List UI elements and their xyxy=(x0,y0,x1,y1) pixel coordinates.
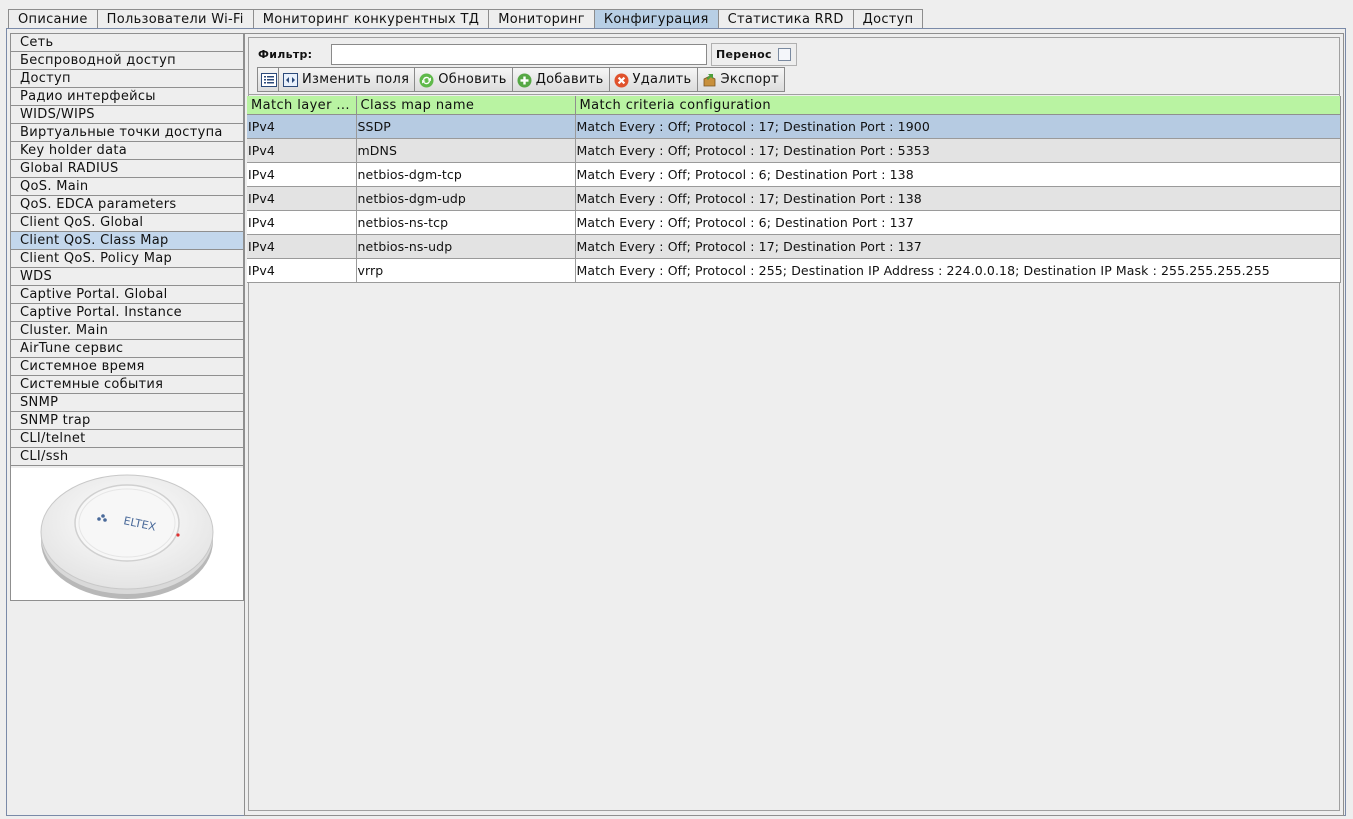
sidebar-item[interactable]: Виртуальные точки доступа xyxy=(11,124,243,142)
sidebar-item[interactable]: CLI/ssh xyxy=(11,448,243,466)
sidebar-item[interactable]: Key holder data xyxy=(11,142,243,160)
table-cell: IPv4 xyxy=(247,186,357,211)
tab-competitor-monitoring[interactable]: Мониторинг конкурентных ТД xyxy=(252,9,490,29)
sidebar-item[interactable]: Сеть xyxy=(11,34,243,52)
table-cell: vrrp xyxy=(356,258,576,283)
table-row[interactable]: IPv4 netbios-ns-tcp Match Every : Off; Pro… xyxy=(247,210,1341,235)
table-cell: netbios-dgm-tcp xyxy=(356,162,576,187)
sidebar: Сеть Беспроводной доступ Доступ Радио интер… xyxy=(10,33,244,601)
table-cell: IPv4 xyxy=(247,138,357,163)
delete-button[interactable]: Удалить xyxy=(608,67,698,92)
list-icon xyxy=(261,72,277,87)
wrap-toggle[interactable]: Перенос xyxy=(711,42,797,66)
sidebar-item[interactable]: SNMP xyxy=(11,394,243,412)
refresh-icon xyxy=(419,73,434,87)
table-row[interactable]: IPv4 netbios-ns-udp Match Every : Off; Pro… xyxy=(247,234,1341,259)
sidebar-item[interactable]: Системные события xyxy=(11,376,243,394)
table-cell: IPv4 xyxy=(247,162,357,187)
table-body: IPv4 SSDP Match Every : Off; Protocol : 17… xyxy=(247,114,1341,283)
sidebar-item[interactable]: QoS. Main xyxy=(11,178,243,196)
delete-label: Удалить xyxy=(632,72,692,87)
column-header-match-criteria[interactable]: Match criteria configuration xyxy=(575,96,1341,115)
sidebar-list: Сеть Беспроводной доступ Доступ Радио интер… xyxy=(11,34,243,466)
tab-wifi-users[interactable]: Пользователи Wi-Fi xyxy=(96,9,254,29)
tab-description[interactable]: Описание xyxy=(8,9,98,29)
table-cell: Match Every : Off; Protocol : 17; Destin… xyxy=(575,234,1341,259)
table-cell: netbios-ns-tcp xyxy=(356,210,576,235)
sidebar-item[interactable]: Global RADIUS xyxy=(11,160,243,178)
table-cell: netbios-dgm-udp xyxy=(356,186,576,211)
refresh-button[interactable]: Обновить xyxy=(414,67,513,92)
filter-row: Фильтр: Перенос xyxy=(258,42,797,66)
delete-icon xyxy=(614,73,629,87)
sidebar-item[interactable]: Client QoS. Class Map xyxy=(11,232,243,250)
table-row[interactable]: IPv4 SSDP Match Every : Off; Protocol : 17… xyxy=(247,114,1341,139)
toolbar: Изменить поля Обновить Добавить Удалить … xyxy=(257,67,785,92)
table-cell: SSDP xyxy=(356,114,576,139)
table-cell: IPv4 xyxy=(247,210,357,235)
table-row[interactable]: IPv4 netbios-dgm-tcp Match Every : Off; Pr… xyxy=(247,162,1341,187)
toolbar-divider xyxy=(248,94,1340,95)
column-header-match-layer[interactable]: Match layer ... xyxy=(247,96,357,115)
class-map-table: Match layer ... Class map name Match cri… xyxy=(247,96,1341,283)
table-cell: Match Every : Off; Protocol : 255; Desti… xyxy=(575,258,1341,283)
sidebar-item[interactable]: Радио интерфейсы xyxy=(11,88,243,106)
filter-input[interactable] xyxy=(331,43,707,65)
sidebar-item[interactable]: Cluster. Main xyxy=(11,322,243,340)
add-icon xyxy=(517,73,532,87)
columns-icon xyxy=(283,72,298,87)
add-button[interactable]: Добавить xyxy=(511,67,610,92)
edit-fields-label: Изменить поля xyxy=(302,72,410,87)
tab-configuration[interactable]: Конфигурация xyxy=(593,9,719,29)
list-view-button[interactable] xyxy=(257,67,279,92)
table-row[interactable]: IPv4 netbios-dgm-udp Match Every : Off; Pr… xyxy=(247,186,1341,211)
sidebar-item[interactable]: Client QoS. Policy Map xyxy=(11,250,243,268)
sidebar-item[interactable]: Системное время xyxy=(11,358,243,376)
tab-monitoring[interactable]: Мониторинг xyxy=(488,9,595,29)
table-cell: mDNS xyxy=(356,138,576,163)
sidebar-item[interactable]: QoS. EDCA parameters xyxy=(11,196,243,214)
table-cell: Match Every : Off; Protocol : 6; Destina… xyxy=(575,162,1341,187)
sidebar-item[interactable]: Беспроводной доступ xyxy=(11,52,243,70)
filter-label: Фильтр: xyxy=(258,47,313,61)
sidebar-item[interactable]: CLI/telnet xyxy=(11,430,243,448)
sidebar-item[interactable]: WDS xyxy=(11,268,243,286)
table-cell: Match Every : Off; Protocol : 17; Destin… xyxy=(575,186,1341,211)
table-header: Match layer ... Class map name Match cri… xyxy=(247,96,1341,115)
tab-access[interactable]: Доступ xyxy=(852,9,924,29)
edit-fields-button[interactable]: Изменить поля xyxy=(278,67,416,92)
sidebar-item[interactable]: Captive Portal. Global xyxy=(11,286,243,304)
sidebar-item[interactable]: Client QoS. Global xyxy=(11,214,243,232)
sidebar-item[interactable]: Captive Portal. Instance xyxy=(11,304,243,322)
export-button[interactable]: Экспорт xyxy=(696,67,785,92)
wrap-checkbox[interactable] xyxy=(777,47,791,61)
export-icon xyxy=(702,73,716,87)
table-cell: Match Every : Off; Protocol : 17; Destin… xyxy=(575,114,1341,139)
refresh-label: Обновить xyxy=(438,72,507,87)
sidebar-item[interactable]: WIDS/WIPS xyxy=(11,106,243,124)
access-point-image: ELTEX xyxy=(40,474,214,599)
table-row[interactable]: IPv4 mDNS Match Every : Off; Protocol : 17… xyxy=(247,138,1341,163)
table-row[interactable]: IPv4 vrrp Match Every : Off; Protocol : 25… xyxy=(247,258,1341,283)
top-tabs: Описание Пользователи Wi-Fi Мониторинг к… xyxy=(8,9,924,29)
table-cell: IPv4 xyxy=(247,258,357,283)
column-header-class-map-name[interactable]: Class map name xyxy=(356,96,576,115)
table-cell: Match Every : Off; Protocol : 17; Destin… xyxy=(575,138,1341,163)
wrap-label: Перенос xyxy=(716,47,772,61)
add-label: Добавить xyxy=(535,72,604,87)
device-image: ELTEX xyxy=(11,468,243,600)
sidebar-item[interactable]: AirTune сервис xyxy=(11,340,243,358)
table-cell: IPv4 xyxy=(247,234,357,259)
table-cell: netbios-ns-udp xyxy=(356,234,576,259)
sidebar-item[interactable]: Доступ xyxy=(11,70,243,88)
table-cell: IPv4 xyxy=(247,114,357,139)
table-cell: Match Every : Off; Protocol : 6; Destina… xyxy=(575,210,1341,235)
tab-rrd-statistics[interactable]: Статистика RRD xyxy=(717,9,854,29)
sidebar-item[interactable]: SNMP trap xyxy=(11,412,243,430)
export-label: Экспорт xyxy=(720,72,779,87)
